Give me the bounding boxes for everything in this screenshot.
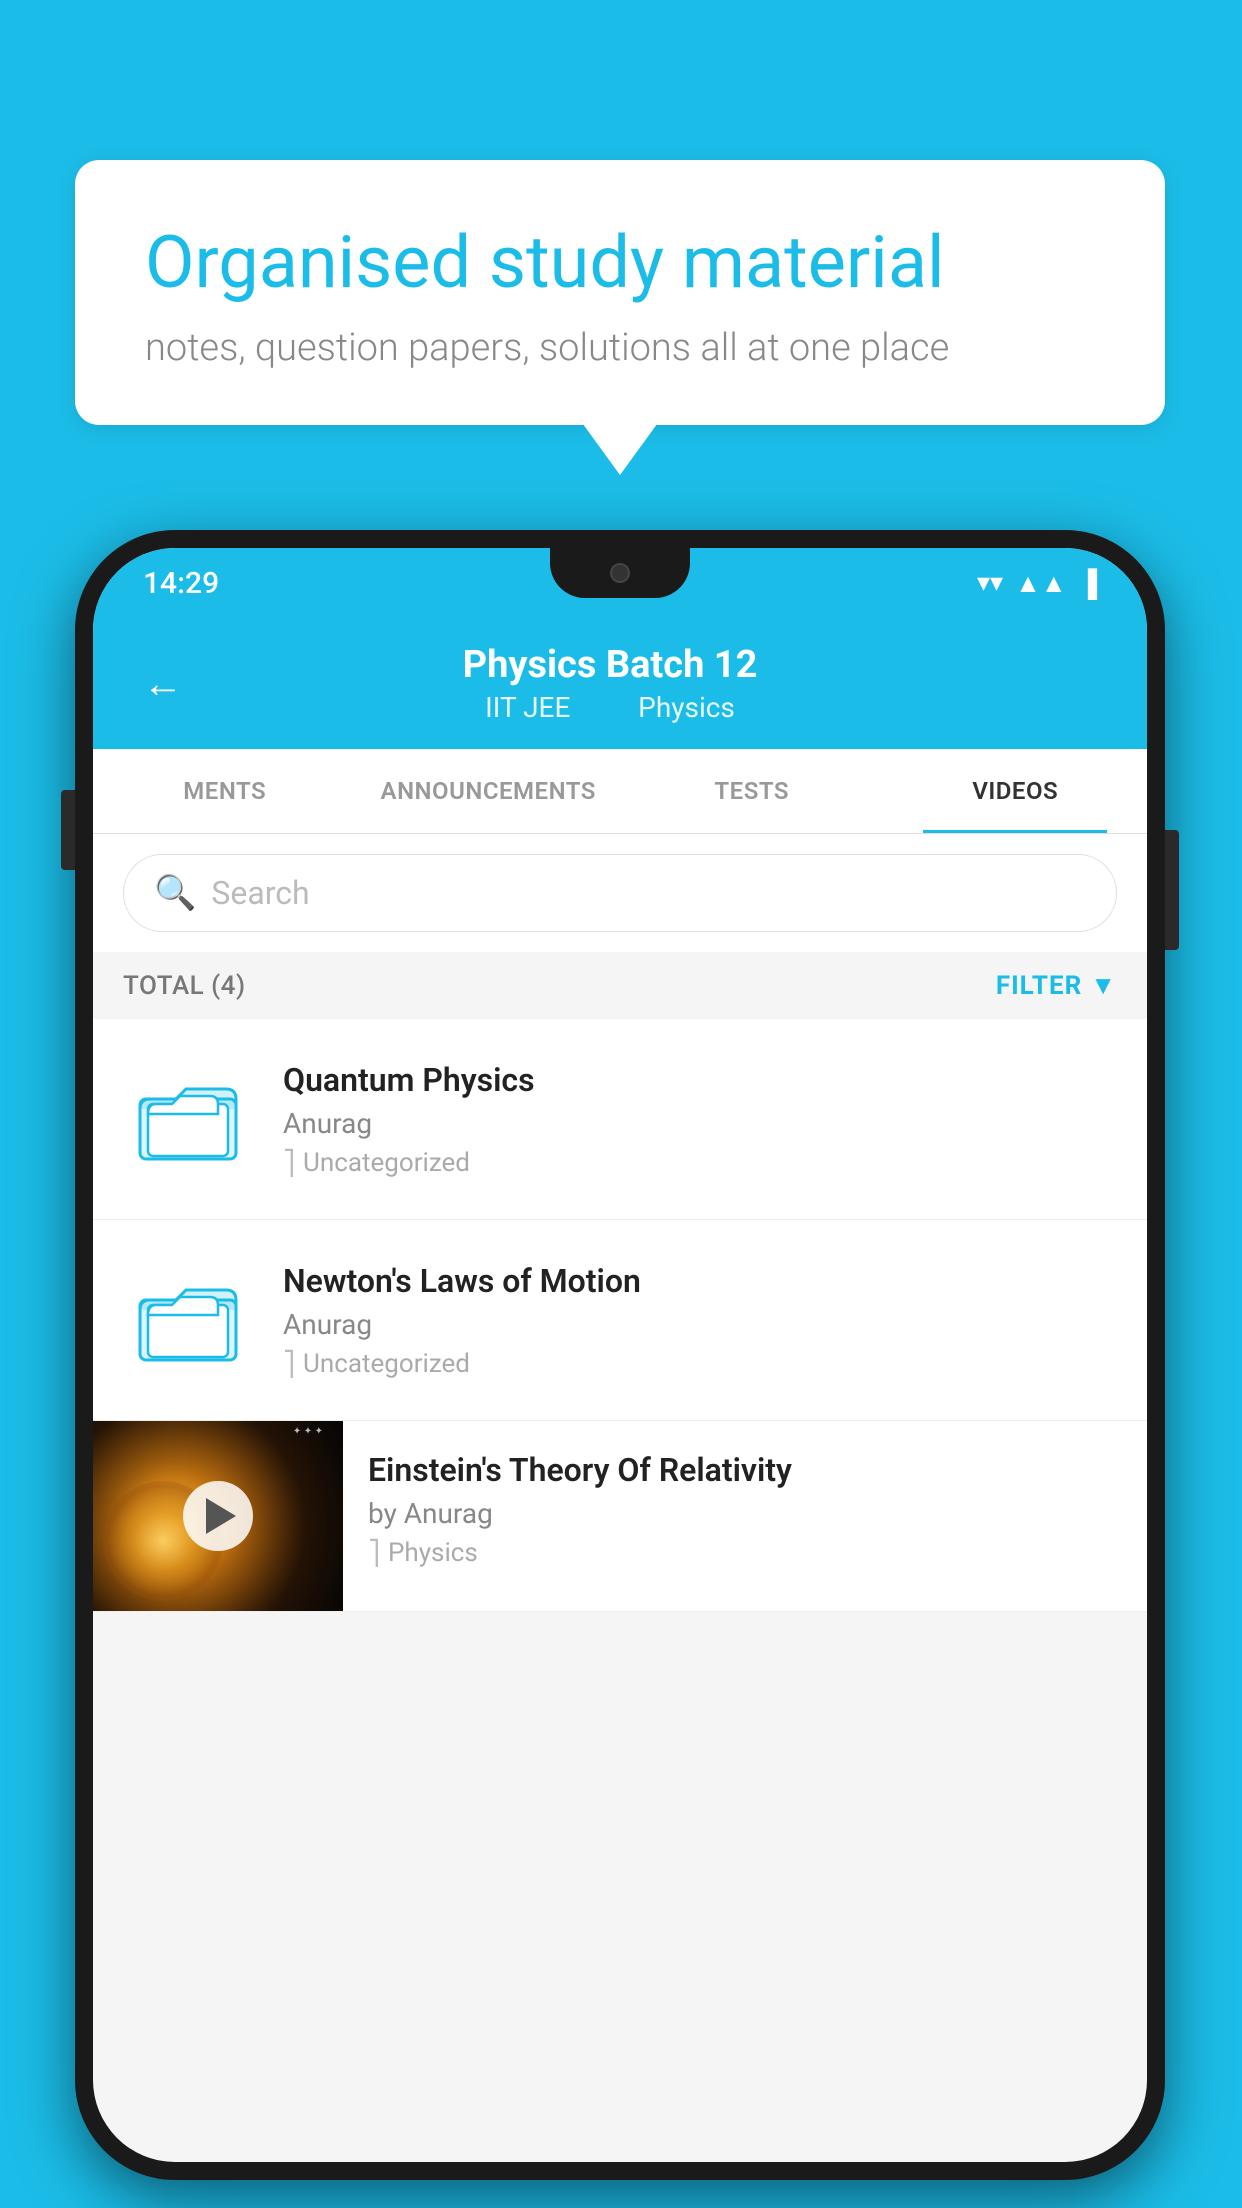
tabs-bar: MENTS ANNOUNCEMENTS TESTS VIDEOS — [93, 749, 1147, 834]
video-author-2: by Anurag — [368, 1497, 1122, 1530]
video-thumb-1 — [123, 1255, 253, 1385]
video-list: Quantum Physics Anurag ⎤ Uncategorized — [93, 1019, 1147, 1612]
video-tag-1: ⎤ Uncategorized — [283, 1349, 1117, 1379]
batch-subtitle: IIT JEE Physics — [213, 691, 1007, 724]
search-icon: 🔍 — [154, 873, 196, 913]
play-button-2[interactable] — [183, 1481, 253, 1551]
speech-bubble-card: Organised study material notes, question… — [75, 160, 1165, 425]
video-thumbnail-2: ✦ ✦ ✦ — [93, 1421, 343, 1611]
app-header: ← Physics Batch 12 IIT JEE Physics — [93, 618, 1147, 749]
phone-screen: 14:29 ▾▾ ▲▲ ▐ ← Physics Batch 12 IIT JEE — [93, 548, 1147, 2162]
tag-iit-jee: IIT JEE — [485, 691, 570, 724]
video-tag-2: ⎤ Physics — [368, 1538, 1122, 1568]
tag-physics: Physics — [638, 691, 735, 724]
phone-outer-frame: 14:29 ▾▾ ▲▲ ▐ ← Physics Batch 12 IIT JEE — [75, 530, 1165, 2180]
video-author-1: Anurag — [283, 1308, 1117, 1341]
video-title-0: Quantum Physics — [283, 1061, 1117, 1099]
battery-icon: ▐ — [1079, 568, 1097, 599]
folder-icon — [138, 1074, 238, 1164]
tag-icon-1: ⎤ — [283, 1350, 295, 1378]
status-bar: 14:29 ▾▾ ▲▲ ▐ — [93, 548, 1147, 618]
video-title-2: Einstein's Theory Of Relativity — [368, 1451, 1122, 1489]
video-title-1: Newton's Laws of Motion — [283, 1262, 1117, 1300]
status-time: 14:29 — [143, 566, 219, 601]
filter-bar: TOTAL (4) FILTER ▼ — [93, 952, 1147, 1019]
batch-title: Physics Batch 12 — [213, 643, 1007, 687]
notch — [550, 548, 690, 598]
status-icons: ▾▾ ▲▲ ▐ — [977, 568, 1097, 599]
video-info-2: Einstein's Theory Of Relativity by Anura… — [343, 1421, 1147, 1598]
back-button[interactable]: ← — [143, 660, 183, 707]
search-placeholder: Search — [211, 874, 309, 912]
tag-separator — [597, 691, 618, 724]
filter-icon: ▼ — [1090, 970, 1117, 1001]
video-tag-0: ⎤ Uncategorized — [283, 1148, 1117, 1178]
search-box[interactable]: 🔍 Search — [123, 854, 1117, 932]
header-title-group: Physics Batch 12 IIT JEE Physics — [213, 643, 1007, 724]
list-item[interactable]: Newton's Laws of Motion Anurag ⎤ Uncateg… — [93, 1220, 1147, 1421]
tab-videos[interactable]: VIDEOS — [884, 749, 1148, 833]
search-container: 🔍 Search — [93, 834, 1147, 952]
tag-label-1: Uncategorized — [303, 1349, 470, 1379]
tab-tests[interactable]: TESTS — [620, 749, 884, 833]
wifi-icon: ▾▾ — [977, 568, 1003, 598]
video-thumb-0 — [123, 1054, 253, 1184]
bubble-subtitle: notes, question papers, solutions all at… — [145, 326, 1095, 370]
signal-icon: ▲▲ — [1015, 568, 1066, 599]
tab-ments[interactable]: MENTS — [93, 749, 357, 833]
tag-label-2: Physics — [388, 1538, 478, 1568]
play-triangle-icon — [206, 1498, 236, 1534]
phone-mockup: 14:29 ▾▾ ▲▲ ▐ ← Physics Batch 12 IIT JEE — [75, 530, 1165, 2180]
total-count: TOTAL (4) — [123, 971, 246, 1001]
filter-button[interactable]: FILTER ▼ — [996, 970, 1117, 1001]
folder-icon — [138, 1275, 238, 1365]
tab-announcements[interactable]: ANNOUNCEMENTS — [357, 749, 621, 833]
list-item[interactable]: ✦ ✦ ✦ Einstein's Theory Of Relativity by… — [93, 1421, 1147, 1612]
list-item[interactable]: Quantum Physics Anurag ⎤ Uncategorized — [93, 1019, 1147, 1220]
video-author-0: Anurag — [283, 1107, 1117, 1140]
tag-icon-2: ⎤ — [368, 1539, 380, 1567]
camera-dot — [610, 563, 630, 583]
video-info-0: Quantum Physics Anurag ⎤ Uncategorized — [283, 1061, 1117, 1178]
tag-icon-0: ⎤ — [283, 1149, 295, 1177]
bubble-title: Organised study material — [145, 220, 1095, 306]
tag-label-0: Uncategorized — [303, 1148, 470, 1178]
video-info-1: Newton's Laws of Motion Anurag ⎤ Uncateg… — [283, 1262, 1117, 1379]
filter-label: FILTER — [996, 971, 1082, 1001]
